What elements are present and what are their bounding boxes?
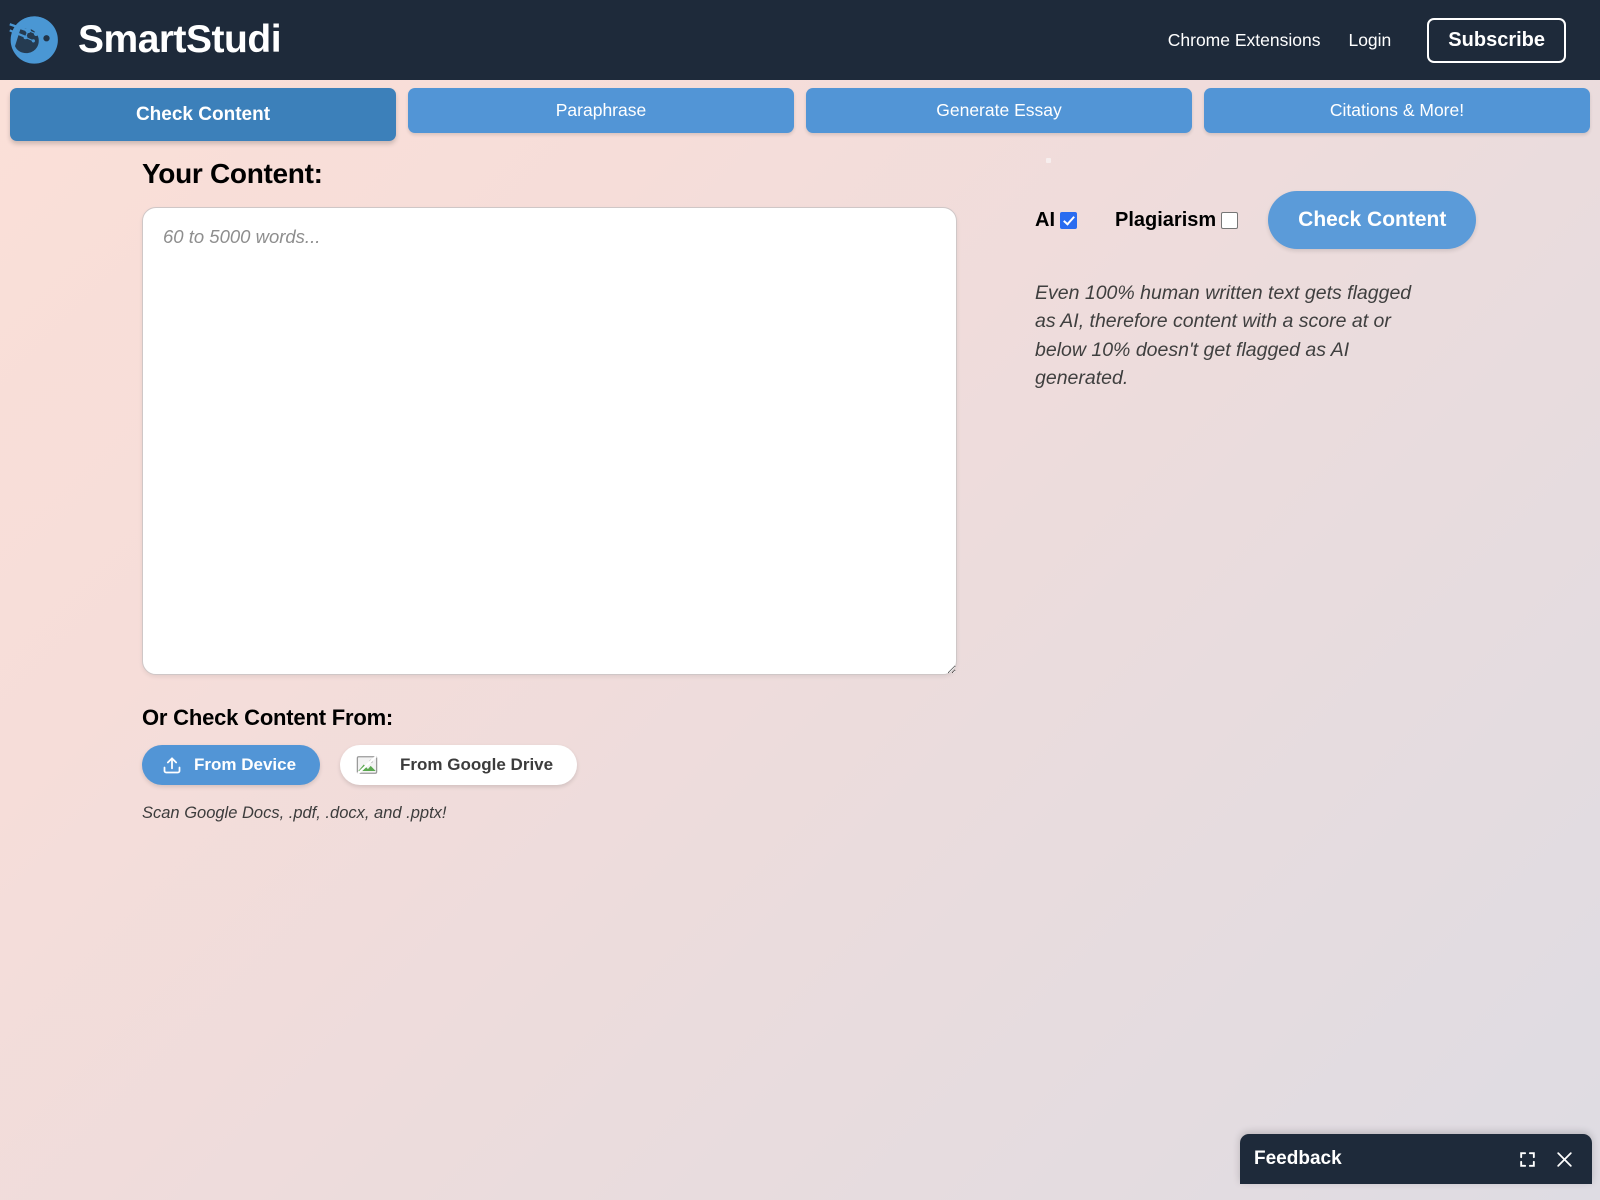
check-content-button[interactable]: Check Content [1268, 191, 1477, 249]
source-buttons: From Device From Google Drive [142, 745, 957, 785]
source-section-title: Or Check Content From: [142, 705, 394, 730]
plagiarism-checkbox[interactable] [1221, 211, 1239, 229]
site-header: SmartStudi Chrome Extensions Login Subsc… [0, 0, 1600, 80]
tab-paraphrase[interactable]: Paraphrase [408, 88, 794, 133]
tab-bar: Check Content Paraphrase Generate Essay … [0, 80, 1600, 150]
brain-head-logo-icon [9, 16, 58, 64]
from-device-button[interactable]: From Device [142, 745, 321, 785]
brand-title: SmartStudi [78, 18, 282, 61]
nav-login[interactable]: Login [1348, 30, 1391, 51]
brand[interactable]: SmartStudi [8, 12, 282, 68]
close-icon[interactable] [1555, 1150, 1574, 1169]
nav-chrome-extensions[interactable]: Chrome Extensions [1168, 30, 1321, 51]
content-input[interactable] [142, 207, 957, 675]
plagiarism-checkbox-label: Plagiarism [1115, 208, 1217, 231]
from-google-drive-button[interactable]: From Google Drive [340, 745, 578, 785]
subscribe-button[interactable]: Subscribe [1427, 17, 1566, 63]
scan-note: Scan Google Docs, .pdf, .docx, and .pptx… [142, 804, 447, 822]
tab-citations-and-more[interactable]: Citations & More! [1204, 88, 1590, 133]
from-google-drive-label: From Google Drive [400, 755, 554, 774]
from-device-label: From Device [194, 755, 297, 774]
feedback-title: Feedback [1254, 1148, 1342, 1169]
content-column: Your Content: Or Check Content From: Fro… [142, 150, 957, 823]
ai-score-description: Even 100% human written text gets flagge… [1035, 282, 1412, 389]
main-area: Your Content: Or Check Content From: Fro… [0, 150, 1600, 823]
stray-dot [1046, 158, 1051, 163]
tab-generate-essay[interactable]: Generate Essay [806, 88, 1192, 133]
ai-checkbox-label: AI [1035, 208, 1055, 231]
broken-image-icon [356, 755, 378, 775]
feedback-actions [1518, 1150, 1574, 1169]
page-title: Your Content: [142, 158, 323, 189]
check-options-row: AI Plagiarism Check Content [1035, 191, 1600, 249]
upload-icon [163, 757, 181, 774]
options-column: AI Plagiarism Check Content Even 100% hu… [957, 150, 1600, 392]
header-nav: Chrome Extensions Login Subscribe [1168, 17, 1566, 63]
expand-icon[interactable] [1518, 1150, 1537, 1169]
feedback-widget[interactable]: Feedback [1240, 1134, 1592, 1184]
tab-check-content[interactable]: Check Content [10, 88, 396, 141]
ai-checkbox[interactable] [1060, 211, 1077, 229]
